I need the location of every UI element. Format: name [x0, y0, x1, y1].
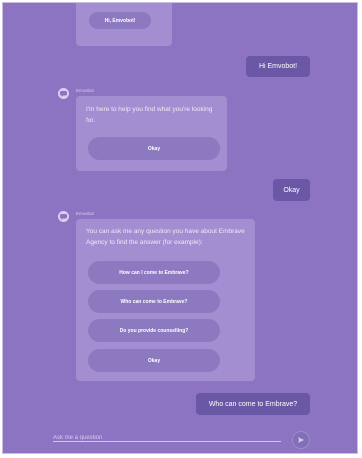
- bot-message-card: I'm here to help you find what you're lo…: [76, 96, 227, 171]
- option-button-how-can-i-come[interactable]: How can I come to Embrave?: [88, 261, 220, 284]
- user-message: Hi Emvobot!: [246, 56, 310, 77]
- user-message: Who can come to Embrave?: [196, 393, 310, 415]
- bot-avatar-icon: [58, 88, 69, 99]
- option-button-who-can-come[interactable]: Who can come to Embrave?: [88, 290, 220, 313]
- send-icon: [298, 437, 304, 443]
- okay-button[interactable]: Okay: [88, 137, 220, 160]
- option-button-okay[interactable]: Okay: [88, 349, 220, 372]
- bot-message-text: I'm here to help you find what you're lo…: [86, 106, 213, 124]
- bot-name: Emvobot: [76, 211, 94, 216]
- bot-name: Emvobot: [76, 88, 94, 93]
- user-message: Okay: [273, 179, 310, 201]
- bot-avatar-icon: [58, 211, 69, 222]
- quick-reply-button[interactable]: Hi, Emvobot!: [89, 12, 151, 29]
- input-underline: [53, 441, 281, 442]
- bot-message-text: You can ask me any question you have abo…: [86, 228, 245, 246]
- option-button-counselling[interactable]: Do you provide counselling?: [88, 319, 220, 342]
- bot-message-card-top: Hi, Emvobot!: [76, 3, 172, 46]
- send-button[interactable]: [292, 431, 310, 449]
- chat-window: Hi, Emvobot! Hi Emvobot! Emvobot I'm her…: [2, 2, 358, 454]
- bot-message-card: You can ask me any question you have abo…: [76, 219, 255, 381]
